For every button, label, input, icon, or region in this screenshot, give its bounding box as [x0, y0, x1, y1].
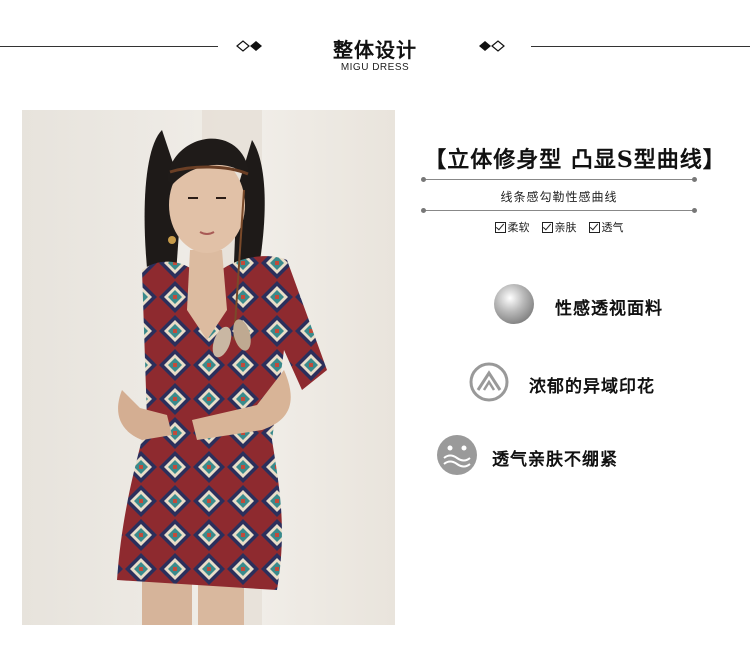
smile-wave-icon — [436, 434, 478, 480]
feature-item: 浓郁的异域印花 — [469, 362, 655, 406]
check-label: 柔软 — [507, 221, 530, 234]
check-label: 透气 — [601, 221, 624, 234]
divider-top — [421, 177, 697, 182]
feature-item: 性感透视面料 — [493, 283, 663, 329]
feature-item: 透气亲肤不绷紧 — [436, 434, 618, 480]
feature-label: 浓郁的异域印花 — [529, 376, 655, 397]
feature-label: 性感透视面料 — [555, 298, 663, 319]
check-item: 柔软 — [494, 219, 530, 235]
section-subtitle: MIGU DRESS — [340, 62, 410, 73]
check-item: 亲肤 — [541, 219, 577, 235]
headline: 【立体修身型 凸显S型曲线】 — [424, 147, 726, 173]
model-photo — [22, 110, 395, 625]
mountain-circle-icon — [469, 362, 509, 406]
divider-bottom — [421, 208, 697, 213]
sub-headline: 线条感勾勒性感曲线 — [500, 190, 618, 204]
checkbox-icon — [541, 221, 553, 233]
checkbox-icon — [588, 221, 600, 233]
feature-label: 透气亲肤不绷紧 — [492, 449, 618, 470]
checkbox-icon — [494, 221, 506, 233]
feature-checklist: 柔软 亲肤 透气 — [424, 219, 694, 235]
check-item: 透气 — [588, 219, 624, 235]
gradient-sphere-icon — [493, 283, 535, 329]
check-label: 亲肤 — [554, 221, 577, 234]
section-title: 整体设计 — [333, 38, 417, 62]
